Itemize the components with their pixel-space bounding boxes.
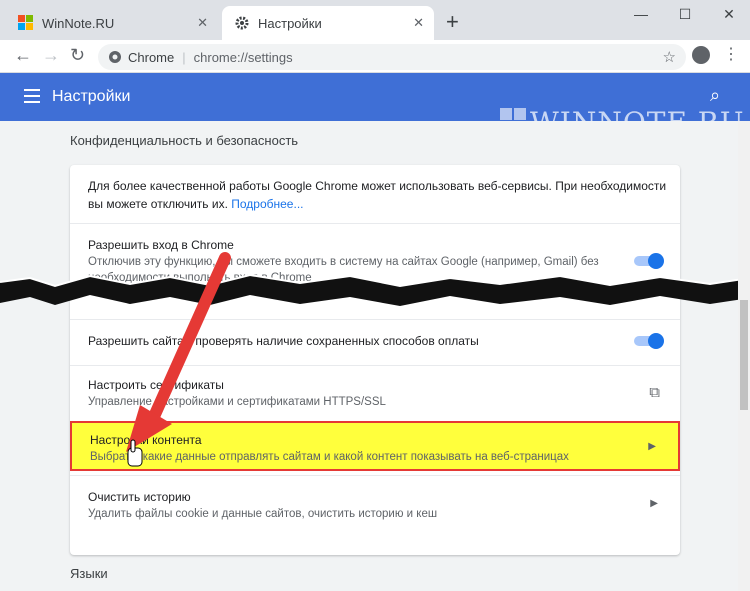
settings-content: Конфиденциальность и безопасность Для бо… xyxy=(0,121,750,591)
certificates-row[interactable]: Настроить сертификаты Управление настрой… xyxy=(70,365,680,422)
browser-toolbar: ← → ↻ Chrome | chrome://settings ☆ xyxy=(0,40,750,73)
chevron-right-icon: ▶ xyxy=(648,441,656,452)
menu-icon[interactable]: ⋮ xyxy=(723,44,739,64)
close-tab-icon[interactable]: ✕ xyxy=(197,15,208,31)
signin-title: Разрешить вход в Chrome xyxy=(88,238,234,252)
forward-arrow-icon[interactable]: → xyxy=(42,45,60,66)
new-tab-button[interactable]: + xyxy=(446,11,459,33)
services-text-2: вы можете отключить их. xyxy=(88,197,228,211)
signin-desc: Отключив эту функцию, вы сможете входить… xyxy=(88,256,599,268)
minimize-button[interactable]: — xyxy=(626,6,656,22)
payment-row[interactable]: Разрешить сайтам проверять наличие сохра… xyxy=(70,319,680,366)
tab-label: WinNote.RU xyxy=(42,15,115,31)
certificates-desc: Управление настройками и сертификатами H… xyxy=(88,396,386,408)
clear-history-row[interactable]: Очистить историю Удалить файлы cookie и … xyxy=(70,475,680,534)
external-link-icon[interactable]: ⧉ xyxy=(649,384,660,401)
url-text: chrome://settings xyxy=(193,49,293,65)
site-chip: Chrome xyxy=(128,49,175,65)
section-title: Конфиденциальность и безопасность xyxy=(70,133,299,148)
payment-title: Разрешить сайтам проверять наличие сохра… xyxy=(88,334,479,348)
scrollbar-thumb[interactable] xyxy=(740,300,748,410)
hamburger-menu-icon[interactable] xyxy=(24,89,40,107)
signin-toggle[interactable] xyxy=(634,253,664,269)
tab-label: Настройки xyxy=(258,15,322,31)
search-icon[interactable]: ⌕ xyxy=(710,85,720,106)
clear-history-title: Очистить историю xyxy=(88,490,191,504)
tab-settings[interactable]: Настройки ✕ xyxy=(222,6,434,40)
chevron-right-icon: ▶ xyxy=(650,498,658,509)
tab-winnote[interactable]: WinNote.RU ✕ xyxy=(6,6,218,40)
clear-history-desc: Удалить файлы cookie и данные сайтов, оч… xyxy=(88,508,438,520)
gear-icon xyxy=(235,16,249,30)
content-settings-row[interactable]: Настройки контента Выбрать, какие данные… xyxy=(70,421,680,471)
certificates-title: Настроить сертификаты xyxy=(88,378,224,392)
back-arrow-icon[interactable]: ← xyxy=(14,45,32,66)
windows-logo-icon xyxy=(18,15,33,30)
privacy-card: Для более качественной работы Google Chr… xyxy=(70,165,680,555)
maximize-button[interactable]: ☐ xyxy=(670,6,700,23)
payment-toggle[interactable] xyxy=(634,333,664,349)
divider: | xyxy=(182,49,186,65)
learn-more-link[interactable]: Подробнее... xyxy=(231,197,303,211)
page-title: Настройки xyxy=(52,88,131,105)
star-icon[interactable]: ☆ xyxy=(663,48,676,66)
address-bar[interactable]: Chrome | chrome://settings ☆ xyxy=(98,44,686,70)
reload-icon[interactable]: ↻ xyxy=(70,45,85,66)
languages-title: Языки xyxy=(70,566,108,581)
content-settings-title: Настройки контента xyxy=(90,433,202,447)
services-row: Для более качественной работы Google Chr… xyxy=(70,165,680,223)
title-bar: WinNote.RU ✕ Настройки ✕ + — ☐ ✕ xyxy=(0,0,750,40)
content-settings-desc: Выбрать, какие данные отправлять сайтам … xyxy=(90,451,569,463)
profile-icon[interactable] xyxy=(692,46,710,64)
chrome-icon xyxy=(109,51,121,63)
close-window-button[interactable]: ✕ xyxy=(714,6,744,23)
close-tab-icon[interactable]: ✕ xyxy=(413,15,424,31)
torn-edge-divider xyxy=(0,273,750,306)
services-text: Для более качественной работы Google Chr… xyxy=(88,179,667,193)
